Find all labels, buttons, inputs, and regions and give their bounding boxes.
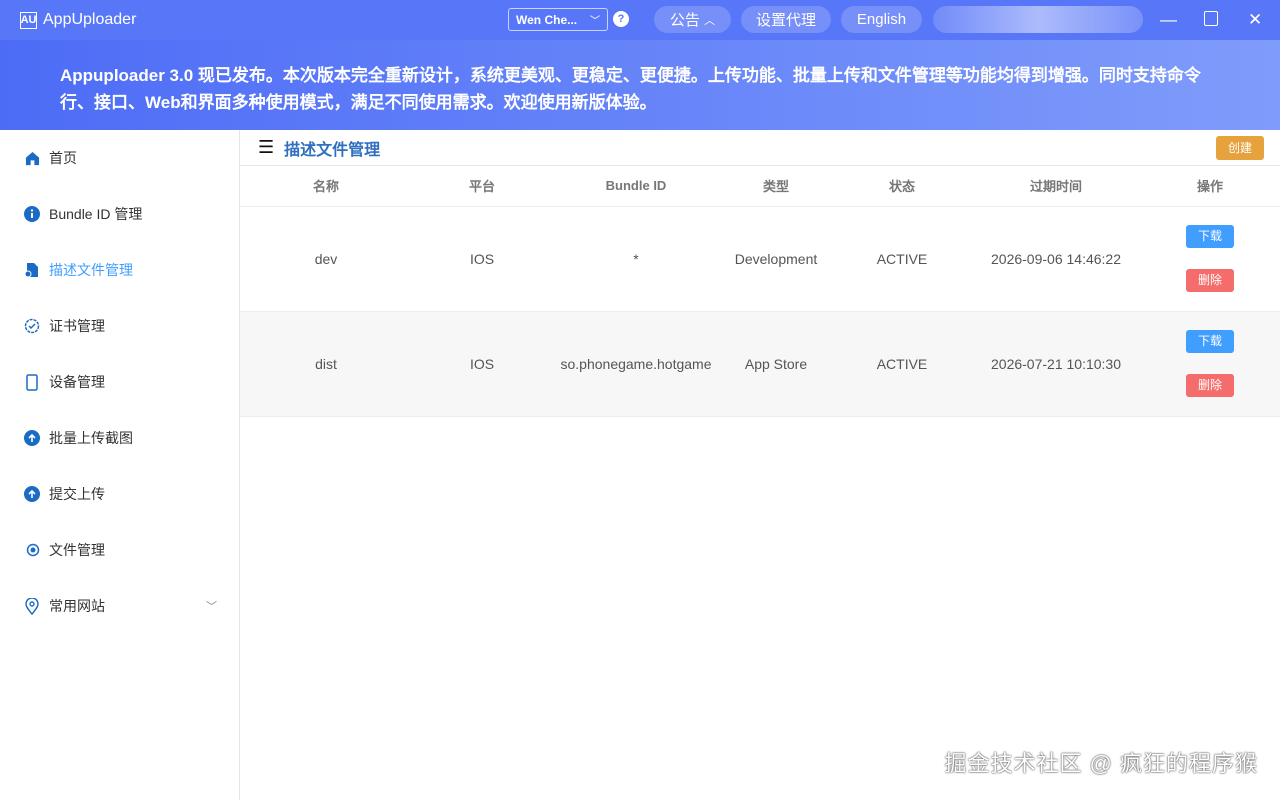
cell-platform: IOS [412,311,552,416]
app-logo: AU AppUploader [20,11,136,29]
create-button[interactable]: 创建 [1216,136,1264,160]
cell-type: Development [720,206,832,311]
download-button[interactable]: 下载 [1186,225,1234,248]
sidebar-item-batch-screenshots[interactable]: 批量上传截图 [0,410,239,466]
home-icon [24,150,40,166]
table-row: dist IOS so.phonegame.hotgame App Store … [240,311,1280,416]
sidebar-item-file-management[interactable]: 文件管理 [0,522,239,578]
chevron-up-icon: ︿ [704,12,715,28]
maximize-icon[interactable] [1204,11,1218,26]
location-pin-icon [24,598,40,614]
sidebar-item-common-sites[interactable]: 常用网站﹀ [0,578,239,634]
account-name: Wen Che... [516,13,577,27]
help-icon[interactable]: ? [613,11,629,27]
delete-button[interactable]: 删除 [1186,374,1234,397]
cell-bundle-id: so.phonegame.hotgame [552,311,720,416]
column-header: 平台 [412,166,552,206]
page-title: 描述文件管理 [284,136,380,160]
chevron-down-icon[interactable]: ﹀ [206,598,217,614]
title-bar: AU AppUploader Wen Che... ﹀ ? 公告 ︿ 设置代理 E… [0,0,1280,40]
logo-icon: AU [20,12,37,29]
upload-circle-icon [24,486,40,502]
column-header: 操作 [1140,166,1280,206]
column-header: 状态 [832,166,972,206]
phone-icon [24,374,40,390]
sidebar: 首页 Bundle ID 管理 描述文件管理 证书管理 设备管理 批量上传截图 … [0,130,240,800]
delete-button[interactable]: 删除 [1186,269,1234,292]
notice-button[interactable]: 公告 ︿ [654,6,731,33]
sidebar-item-home[interactable]: 首页 [0,130,239,186]
column-header: Bundle ID [552,166,720,206]
cell-expires: 2026-09-06 14:46:22 [972,206,1140,311]
watermark: 掘金技术社区 @ 疯狂的程序猴 [944,746,1258,778]
sidebar-item-devices[interactable]: 设备管理 [0,354,239,410]
cell-type: App Store [720,311,832,416]
sidebar-item-submit-upload[interactable]: 提交上传 [0,466,239,522]
column-header: 类型 [720,166,832,206]
column-header: 名称 [240,166,412,206]
cell-status: ACTIVE [832,311,972,416]
cell-name: dev [240,206,412,311]
user-info-button[interactable] [933,6,1143,33]
language-button[interactable]: English [841,6,922,33]
badge-check-icon [24,318,40,334]
sidebar-item-bundle-id[interactable]: Bundle ID 管理 [0,186,239,242]
account-select[interactable]: Wen Che... ﹀ [508,8,608,31]
app-title: AppUploader [43,11,136,29]
cell-status: ACTIVE [832,206,972,311]
cell-bundle-id: * [552,206,720,311]
profiles-table: 名称 平台 Bundle ID 类型 状态 过期时间 操作 dev IOS * … [240,166,1280,417]
file-gear-icon [24,262,40,278]
info-icon [24,206,40,222]
upload-circle-icon [24,430,40,446]
announcement-banner: Appuploader 3.0 现已发布。本次版本完全重新设计，系统更美观、更稳… [0,40,1280,130]
table-row: dev IOS * Development ACTIVE 2026-09-06 … [240,206,1280,311]
sidebar-item-profiles[interactable]: 描述文件管理 [0,242,239,298]
close-icon[interactable]: ✕ [1248,10,1262,30]
minimize-icon[interactable]: — [1160,10,1177,30]
proxy-button[interactable]: 设置代理 [741,6,831,33]
main-panel: ☰ 描述文件管理 创建 名称 平台 Bundle ID 类型 状态 过期时间 操… [240,130,1280,800]
download-button[interactable]: 下载 [1186,330,1234,353]
cell-name: dist [240,311,412,416]
cell-expires: 2026-07-21 10:10:30 [972,311,1140,416]
chevron-down-icon: ﹀ [590,12,600,27]
menu-toggle-icon[interactable]: ☰ [258,137,274,158]
sidebar-item-certificates[interactable]: 证书管理 [0,298,239,354]
sync-gear-icon [24,542,40,558]
column-header: 过期时间 [972,166,1140,206]
cell-platform: IOS [412,206,552,311]
